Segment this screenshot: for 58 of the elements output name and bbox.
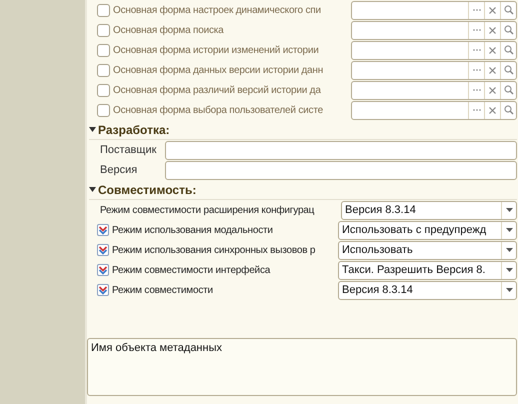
dropdown[interactable]: Использовать с предупрежд: [338, 220, 517, 240]
dropdown[interactable]: Такси. Разрешить Версия 8.: [338, 260, 517, 280]
form-label: Основная форма выбора пользователей систе: [113, 104, 324, 116]
form-label: Основная форма различий версий истории да: [113, 84, 322, 96]
form-select-field[interactable]: [351, 100, 517, 120]
checkbox-checked-icon[interactable]: [97, 264, 109, 276]
setting-label: Режим совместимости: [112, 284, 214, 296]
section-title: Совместимость:: [98, 182, 196, 196]
caret-icon[interactable]: [506, 288, 512, 292]
expand-triangle-icon[interactable]: [89, 126, 96, 133]
setting-label: Режим использования синхронных вызовов р: [112, 244, 316, 256]
checkbox-checked-icon[interactable]: [97, 244, 109, 256]
close-icon: [489, 6, 496, 14]
input-field[interactable]: [165, 160, 517, 180]
description-field[interactable]: Имя объекта метаданных: [87, 338, 517, 396]
setting-label: Режим совместимости интерфейса: [112, 264, 272, 276]
search-icon[interactable]: [504, 65, 514, 75]
search-icon[interactable]: [504, 5, 514, 15]
search-icon[interactable]: [504, 85, 514, 95]
checkbox[interactable]: [97, 84, 110, 96]
caret-icon[interactable]: [506, 228, 512, 232]
form-label: Основная форма настроек динамического спи: [113, 4, 322, 16]
close-icon: [489, 46, 496, 54]
form-label: Основная форма истории изменений истории: [113, 44, 320, 56]
form-select-field[interactable]: [351, 40, 517, 60]
checkbox-checked-icon[interactable]: [97, 224, 109, 236]
form-label: Основная форма поиска: [113, 24, 225, 36]
caret-icon[interactable]: [506, 248, 512, 252]
dropdown[interactable]: Версия 8.3.14: [338, 280, 517, 300]
close-icon: [489, 66, 496, 74]
setting-label: Режим использования модальности: [112, 224, 274, 236]
setting-label: Режим совместимости расширения конфигурац: [99, 204, 316, 216]
checkbox[interactable]: [97, 44, 110, 56]
close-icon: [489, 106, 496, 114]
checkbox-checked-icon[interactable]: [97, 284, 109, 296]
form-select-field[interactable]: [351, 80, 517, 100]
search-icon[interactable]: [504, 105, 514, 115]
close-icon: [489, 26, 496, 34]
dropdown[interactable]: Версия 8.3.14: [341, 200, 517, 220]
caret-icon[interactable]: [506, 208, 512, 212]
input-field[interactable]: [165, 140, 517, 160]
form-select-field[interactable]: [351, 0, 517, 20]
field-label: Версия: [99, 164, 138, 176]
search-icon[interactable]: [504, 25, 514, 35]
checkbox[interactable]: [97, 4, 110, 16]
form-select-field[interactable]: [351, 20, 517, 40]
checkbox[interactable]: [97, 104, 110, 116]
close-icon: [489, 86, 496, 94]
search-icon[interactable]: [504, 45, 514, 55]
dropdown[interactable]: Использовать: [338, 240, 517, 260]
checkbox[interactable]: [97, 64, 110, 76]
form-label: Основная форма данных версии истории данн: [113, 64, 324, 76]
form-select-field[interactable]: [351, 60, 517, 80]
section-title: Разработка:: [98, 122, 170, 136]
caret-icon[interactable]: [506, 268, 512, 272]
expand-triangle-icon[interactable]: [89, 186, 96, 193]
field-label: Поставщик: [99, 144, 158, 156]
checkbox[interactable]: [97, 24, 110, 36]
